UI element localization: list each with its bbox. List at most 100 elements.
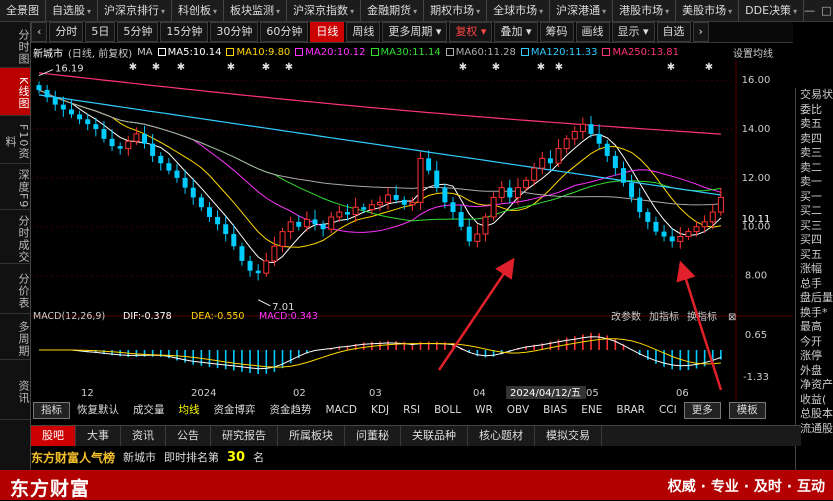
indicator-tab[interactable]: ENE <box>574 403 609 418</box>
nav-item[interactable]: 自选股 ▾ <box>46 0 99 21</box>
maximize-icon[interactable]: □ <box>821 4 831 17</box>
nav-item[interactable]: 金融期货 ▾ <box>361 0 425 21</box>
macd-action-link[interactable]: 加指标 <box>649 310 679 323</box>
event-star-icon[interactable]: ✱ <box>152 62 160 73</box>
toolbar-button[interactable]: 显示 ▾ <box>611 22 655 42</box>
indicator-tab[interactable]: 成交量 <box>126 403 172 418</box>
toolbar-button[interactable]: 30分钟 <box>210 22 259 42</box>
info-tab[interactable]: 关联品种 <box>401 426 468 446</box>
indicator-tab[interactable]: BIAS <box>536 403 574 418</box>
nav-item[interactable]: 期权市场 ▾ <box>424 0 488 21</box>
toolbar-button[interactable]: 更多周期 ▾ <box>382 22 448 42</box>
nav-item[interactable]: 沪深京排行 ▾ <box>98 0 173 21</box>
candle-body <box>85 119 91 125</box>
macd-action-link[interactable]: 改参数 <box>611 310 641 323</box>
info-tab[interactable]: 所属板块 <box>278 426 345 446</box>
indicator-tab[interactable]: WR <box>468 403 500 418</box>
toolbar-button[interactable]: 60分钟 <box>260 22 309 42</box>
candle-body <box>645 212 651 222</box>
nav-item[interactable]: 板块监测 ▾ <box>224 0 288 21</box>
indicator-tab[interactable]: 模板 <box>728 401 766 419</box>
sidebar-item[interactable]: 分价表 <box>0 264 30 314</box>
info-tab[interactable]: 大事 <box>76 426 121 446</box>
sidebar-item[interactable]: 深度F9 <box>0 164 30 210</box>
ma-toggle[interactable]: MA60:11.28 <box>445 47 516 58</box>
toolbar-button[interactable]: 日线 <box>310 22 345 42</box>
toolbar-button[interactable]: 复权 ▾ <box>449 22 493 42</box>
toolbar-button[interactable]: 15分钟 <box>160 22 209 42</box>
indicator-tab[interactable]: 资金博弈 <box>207 403 263 418</box>
info-tab[interactable]: 公告 <box>166 426 211 446</box>
info-tab[interactable]: 问董秘 <box>345 426 401 446</box>
sidebar-item[interactable]: K线图 <box>0 68 30 116</box>
sidebar-item[interactable]: 分时成交 <box>0 210 30 264</box>
macd-action-link[interactable]: 换指标 <box>687 310 717 323</box>
next-arrow-icon[interactable]: › <box>692 22 709 42</box>
indicator-tab[interactable]: RSI <box>396 403 427 418</box>
sidebar-item[interactable]: 多周期 <box>0 314 30 360</box>
event-star-icon[interactable]: ✱ <box>555 62 563 73</box>
event-star-icon[interactable]: ✱ <box>492 62 500 73</box>
indicator-tab[interactable]: 资金趋势 <box>263 403 319 418</box>
ma-toggle[interactable]: MA20:10.12 <box>295 47 366 58</box>
info-tab[interactable]: 模拟交易 <box>535 426 602 446</box>
event-star-icon[interactable]: ✱ <box>705 62 713 73</box>
indicator-tab[interactable]: 恢复默认 <box>70 403 126 418</box>
nav-item[interactable]: 港股市场 ▾ <box>613 0 677 21</box>
info-tab[interactable]: 资讯 <box>121 426 166 446</box>
event-star-icon[interactable]: ✱ <box>262 62 270 73</box>
indicator-tab[interactable]: OBV <box>500 403 536 418</box>
info-tab[interactable]: 研究报告 <box>211 426 278 446</box>
toolbar-button[interactable]: 5分钟 <box>117 22 159 42</box>
indicator-tab[interactable]: MACD <box>319 403 364 418</box>
nav-item[interactable]: 全景图 <box>0 0 46 21</box>
sidebar-item[interactable]: 资讯 <box>0 360 30 420</box>
nav-item[interactable]: 美股市场 ▾ <box>676 0 740 21</box>
rank-brand[interactable]: 东方财富人气榜 <box>31 449 115 466</box>
event-star-icon[interactable]: ✱ <box>459 62 467 73</box>
indicator-tab[interactable]: 更多 <box>683 401 721 419</box>
indicator-tab[interactable]: KDJ <box>364 403 396 418</box>
toolbar-button[interactable]: 叠加 ▾ <box>494 22 538 42</box>
ma-settings-link[interactable]: 设置均线 <box>733 45 773 60</box>
event-star-icon[interactable]: ✱ <box>129 62 137 73</box>
candle-body <box>474 233 481 242</box>
event-star-icon[interactable]: ✱ <box>177 62 185 73</box>
ma-toggle[interactable]: MA250:13.81 <box>602 47 679 58</box>
kline-chart[interactable]: ✱ ✱ ✱ ✱ ✱ ✱ ✱ ✱ ✱ ✱ ✱ ✱ 16.197.01 MACD(12,26,9) DIF:… <box>31 60 793 400</box>
info-tab[interactable]: 股吧 <box>31 426 76 446</box>
nav-item[interactable]: DDE决策 ▾ <box>739 0 805 21</box>
close-icon[interactable]: ⊠ <box>728 312 736 323</box>
event-star-icon[interactable]: ✱ <box>667 62 675 73</box>
indicator-tab[interactable]: BOLL <box>427 403 468 418</box>
nav-item[interactable]: 全球市场 ▾ <box>487 0 551 21</box>
nav-item[interactable]: 科创板 ▾ <box>172 0 225 21</box>
sidebar-item[interactable]: F10资料 <box>0 116 30 164</box>
nav-item[interactable]: 沪深港通 ▾ <box>550 0 614 21</box>
ma-toggle[interactable]: MA30:11.14 <box>370 47 441 58</box>
toolbar-button[interactable]: 周线 <box>346 22 381 42</box>
ma-toggle[interactable]: MA10:9.80 <box>226 47 290 58</box>
indicator-tab[interactable]: CCI <box>652 403 684 418</box>
nav-item[interactable]: 沪深京指数 ▾ <box>287 0 362 21</box>
indicator-tab[interactable]: BRAR <box>609 403 652 418</box>
toolbar-button[interactable]: 筹码 <box>539 22 574 42</box>
toolbar-button[interactable]: 分时 <box>49 22 84 42</box>
event-star-icon[interactable]: ✱ <box>537 62 545 73</box>
sidebar-item[interactable]: 分时图 <box>0 22 30 68</box>
indicator-tab[interactable]: 均线 <box>172 403 207 418</box>
candle-body <box>255 270 261 274</box>
prev-arrow-icon[interactable]: ‹ <box>31 22 48 42</box>
info-tab[interactable]: 核心题材 <box>468 426 535 446</box>
event-star-icon[interactable]: ✱ <box>227 62 235 73</box>
toolbar-button[interactable]: 自选 <box>656 22 691 42</box>
minimize-icon[interactable]: — <box>804 4 815 17</box>
indicator-tab[interactable]: 指标 <box>33 401 70 419</box>
ma-toggle[interactable]: MA5:10.14 <box>157 47 221 58</box>
toolbar-button[interactable]: 画线 <box>575 22 610 42</box>
event-star-icon[interactable]: ✱ <box>285 62 293 73</box>
ma-toggle[interactable]: MA120:11.33 <box>520 47 597 58</box>
candle-body <box>182 177 188 188</box>
nav-label: 期权市场 <box>430 4 475 17</box>
toolbar-button[interactable]: 5日 <box>85 22 116 42</box>
